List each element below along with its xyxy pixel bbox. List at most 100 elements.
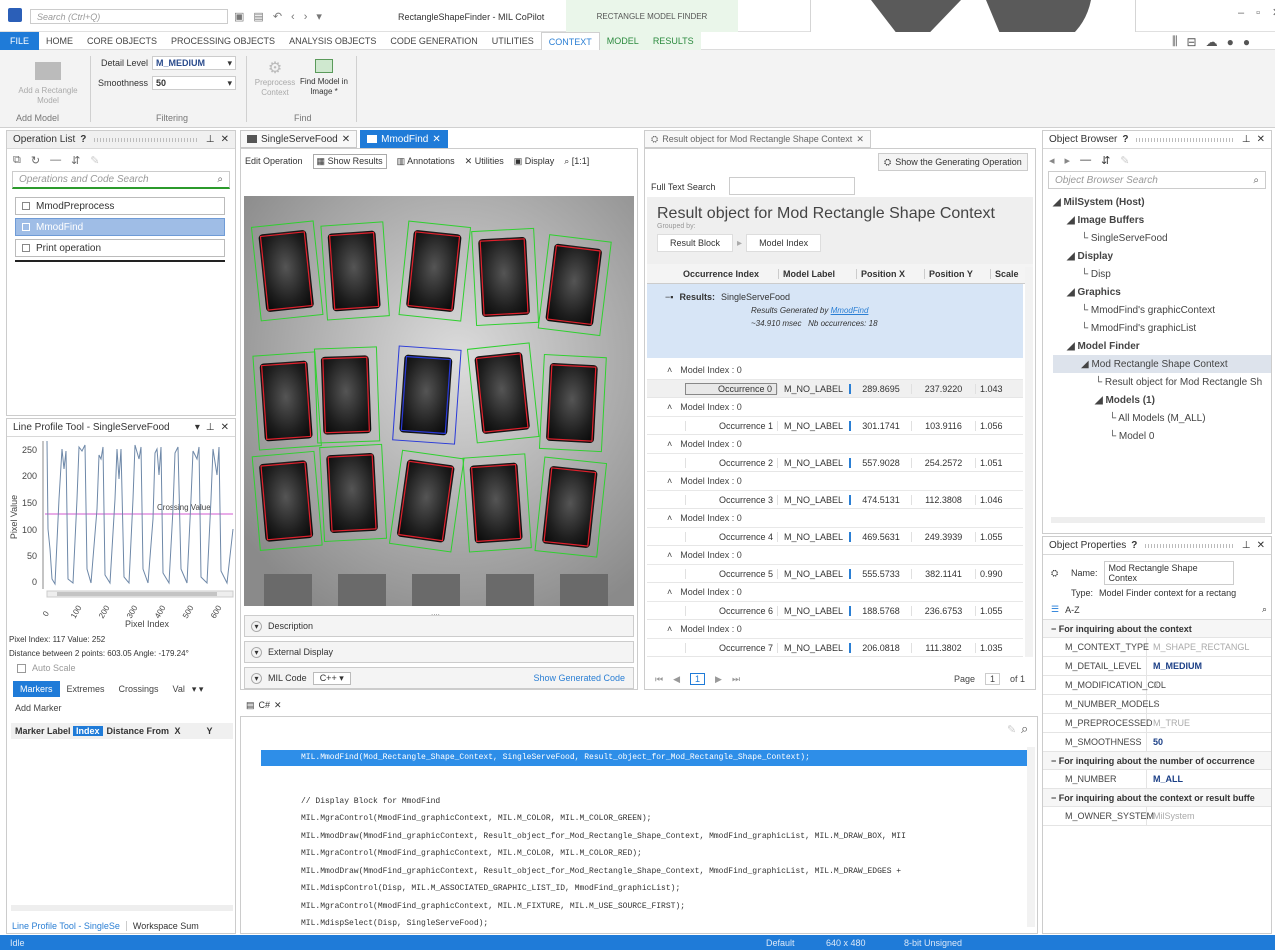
- model-index-crumb[interactable]: Model Index: [746, 234, 822, 252]
- tab-core-objects[interactable]: CORE OBJECTS: [80, 32, 164, 50]
- tree-node[interactable]: └ Disp: [1053, 265, 1271, 283]
- back-icon[interactable]: ◂: [1049, 154, 1055, 167]
- property-row[interactable]: M_DETAIL_LEVEL M_MEDIUM: [1043, 657, 1271, 676]
- model-index-group[interactable]: ˄ Model Index : 0: [647, 398, 1023, 416]
- tab-utilities[interactable]: UTILITIES: [485, 32, 541, 50]
- result-row[interactable]: Occurrence 7 M_NO_LABEL 206.0818 111.3802 1.…: [647, 638, 1023, 657]
- tab-extremes[interactable]: Extremes: [60, 681, 112, 697]
- zoom-button[interactable]: ⌕ [1:1]: [564, 156, 589, 167]
- result-row[interactable]: Occurrence 6 M_NO_LABEL 188.5768 236.6753 1.…: [647, 601, 1023, 620]
- property-value[interactable]: M_MEDIUM: [1147, 657, 1271, 675]
- tab-processing-objects[interactable]: PROCESSING OBJECTS: [164, 32, 282, 50]
- full-text-search-input[interactable]: [729, 177, 855, 195]
- col-position-x[interactable]: Position X: [857, 268, 925, 279]
- model-index-group[interactable]: ˄ Model Index : 0: [647, 620, 1023, 638]
- model-index-group[interactable]: ˄ Model Index : 0: [647, 361, 1023, 379]
- pin-icon[interactable]: ⊥: [206, 134, 215, 145]
- property-row[interactable]: M_SMOOTHNESS 50: [1043, 733, 1271, 752]
- image-view[interactable]: [244, 196, 634, 606]
- line-profile-tab[interactable]: Line Profile Tool - SingleSe: [6, 921, 127, 931]
- property-value[interactable]: 1: [1147, 695, 1271, 713]
- code-line[interactable]: MIL.MmodDraw(MmodFind_graphicContext, Re…: [301, 863, 1001, 881]
- property-value[interactable]: M_ALL: [1147, 770, 1271, 788]
- smoothness-input[interactable]: 50 ▾: [152, 76, 236, 90]
- window-icon[interactable]: ⊟: [1187, 35, 1197, 49]
- result-block-crumb[interactable]: Result Block: [657, 234, 734, 252]
- description-expander[interactable]: ▾ Description: [244, 615, 634, 637]
- search-icon[interactable]: ⌕: [1253, 175, 1259, 186]
- first-page-icon[interactable]: ⏮: [655, 674, 663, 685]
- auto-scale-checkbox[interactable]: [17, 663, 26, 673]
- property-row[interactable]: M_CONTEXT_TYPE M_SHAPE_RECTANGL: [1043, 638, 1271, 657]
- model-index-group[interactable]: ˄ Model Index : 0: [647, 435, 1023, 453]
- pin-icon[interactable]: ⊥: [206, 422, 215, 433]
- col-model-label[interactable]: Model Label: [779, 268, 857, 279]
- last-page-icon[interactable]: ⏭: [732, 674, 740, 685]
- remove-icon[interactable]: —: [50, 154, 61, 166]
- code-line[interactable]: MIL.MgraControl(MmodFind_graphicContext,…: [301, 810, 1001, 828]
- property-value[interactable]: 3: [1147, 676, 1271, 694]
- op-item[interactable]: MmodPreprocess: [15, 197, 225, 215]
- restore-icon[interactable]: ▫: [1256, 7, 1260, 19]
- annotations-button[interactable]: ▥ Annotations: [397, 156, 455, 167]
- show-generated-code-link[interactable]: Show Generated Code: [533, 673, 625, 683]
- tree-node[interactable]: ◢ Image Buffers: [1053, 211, 1271, 229]
- tree-node[interactable]: ◢ Model Finder: [1053, 337, 1271, 355]
- tree-node[interactable]: ◢ Models (1): [1053, 391, 1271, 409]
- tree-node[interactable]: └ SingleServeFood: [1053, 229, 1271, 247]
- move-icon[interactable]: ⇵: [1101, 154, 1110, 167]
- result-row[interactable]: Occurrence 2 M_NO_LABEL 557.9028 254.2572 1.…: [647, 453, 1023, 472]
- expand-icon[interactable]: ▾: [251, 672, 262, 684]
- model-index-group[interactable]: ˄ Model Index : 0: [647, 583, 1023, 601]
- tab-markers[interactable]: Markers: [13, 681, 60, 697]
- code-line[interactable]: MIL.MdispControl(Disp, MIL.M_ASSOCIATED_…: [301, 880, 1001, 898]
- tree-node[interactable]: └ Result object for Mod Rectangle Sh: [1053, 373, 1271, 391]
- move-icon[interactable]: ⇵: [71, 154, 80, 167]
- property-row[interactable]: M_MODIFICATION_COL 3: [1043, 676, 1271, 695]
- close-icon[interactable]: ✕: [1257, 134, 1265, 145]
- refresh-icon[interactable]: ↻: [31, 154, 40, 167]
- col-occurrence-index[interactable]: Occurrence Index: [683, 268, 779, 279]
- object-browser-search[interactable]: Object Browser Search ⌕: [1048, 171, 1266, 189]
- tab-model[interactable]: MODEL: [599, 32, 646, 50]
- cloud-icon[interactable]: ☁: [1206, 35, 1218, 49]
- collapse-icon[interactable]: −▪: [665, 292, 673, 302]
- scrollbar-thumb[interactable]: [57, 592, 217, 596]
- edit-icon[interactable]: ✎: [1007, 723, 1016, 736]
- name-field[interactable]: Mod Rectangle Shape Contex: [1103, 561, 1234, 585]
- code-line[interactable]: [301, 775, 1001, 793]
- property-section[interactable]: − For inquiring about the context: [1043, 620, 1271, 638]
- tree-node[interactable]: ◢ Display: [1053, 247, 1271, 265]
- close-icon[interactable]: ✕: [342, 134, 350, 145]
- property-row[interactable]: M_OWNER_SYSTEM MilSystem: [1043, 807, 1271, 826]
- property-value[interactable]: M_TRUE: [1147, 714, 1271, 732]
- search-icon[interactable]: ⌕: [1021, 721, 1028, 737]
- property-section[interactable]: − For inquiring about the number of occu…: [1043, 752, 1271, 770]
- find-model-button[interactable]: Find Model in Image *: [298, 58, 350, 97]
- property-row[interactable]: M_PREPROCESSED M_TRUE: [1043, 714, 1271, 733]
- edit-operation-button[interactable]: Edit Operation: [245, 156, 303, 166]
- language-select[interactable]: C++ ▾: [312, 671, 351, 685]
- dropdown-icon[interactable]: ▾: [195, 422, 200, 433]
- customize-icon[interactable]: ▾: [316, 10, 322, 23]
- tab-home[interactable]: HOME: [39, 32, 80, 50]
- tree-node[interactable]: └ MmodFind's graphicContext: [1053, 301, 1271, 319]
- result-row[interactable]: Occurrence 4 M_NO_LABEL 469.5631 249.3939 1.…: [647, 527, 1023, 546]
- categorized-icon[interactable]: ☰: [1051, 604, 1059, 615]
- prev-page-icon[interactable]: ◀: [673, 674, 680, 685]
- pin-icon[interactable]: ⊥: [1242, 540, 1251, 551]
- col-position-y[interactable]: Position Y: [925, 268, 991, 279]
- search-icon[interactable]: ⌕: [217, 174, 223, 185]
- tree-node[interactable]: └ Model 0: [1053, 427, 1271, 445]
- result-row[interactable]: Occurrence 3 M_NO_LABEL 474.5131 112.3808 1.…: [647, 490, 1023, 509]
- back-icon[interactable]: ‹: [291, 11, 295, 23]
- tab-code-generation[interactable]: CODE GENERATION: [383, 32, 484, 50]
- minimize-icon[interactable]: –: [1238, 7, 1244, 19]
- sort-az-button[interactable]: A-Z: [1065, 605, 1080, 615]
- close-icon[interactable]: ✕: [856, 134, 864, 145]
- property-row[interactable]: M_NUMBER_MODELS 1: [1043, 695, 1271, 714]
- pin-icon[interactable]: ⊥: [1242, 134, 1251, 145]
- workspace-summary-tab[interactable]: Workspace Sum: [133, 921, 199, 931]
- help-icon[interactable]: ?: [80, 134, 86, 145]
- close-icon[interactable]: ✕: [221, 422, 229, 433]
